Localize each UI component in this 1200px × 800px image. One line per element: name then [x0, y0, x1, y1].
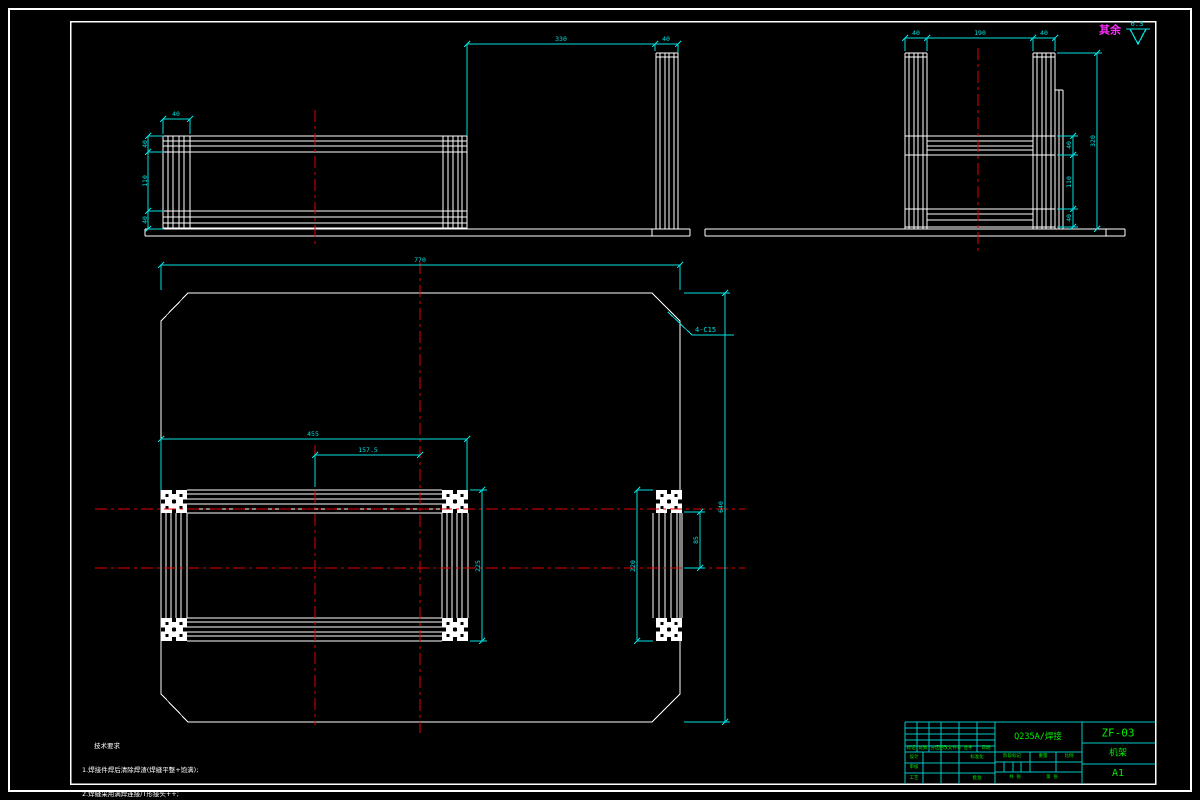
note-line: 1.焊接件焊后清除焊渣(焊缝平整+饱满);	[82, 766, 199, 774]
drawing-canvas: 330 40 40 40 110 40 40 190 40 40 110 40 …	[8, 8, 1192, 792]
chamfer-callout: 4-C15	[695, 326, 716, 334]
dim-label: 190	[974, 29, 986, 37]
drawing-number: ZF-03	[1101, 726, 1135, 740]
technical-notes: 技术要求 1.焊接件焊后清除焊渣(焊缝平整+饱满); 2.焊缝采用满焊连接/T形…	[82, 726, 198, 800]
dim-label: 40	[1065, 141, 1073, 149]
notes-title: 技术要求	[94, 742, 120, 750]
front-view: 330 40 40 40 110 40	[141, 35, 691, 245]
note-line: 2.焊缝采用满焊连接/T形接头++;	[82, 790, 179, 798]
dim-label: 40	[1065, 214, 1073, 222]
sheet-border	[8, 8, 1192, 792]
revision-header: 更改文件号	[938, 745, 962, 751]
dim-label: 40	[141, 140, 149, 148]
dim-label: 330	[555, 35, 567, 43]
cad-sheet: 330 40 40 40 110 40 40 190 40 40 110 40 …	[0, 0, 1200, 800]
stage-header: 阶段标记	[1003, 753, 1021, 759]
sheet-total: 共 张	[1009, 774, 1021, 780]
plan-view: 770 455 157.5 640 225 220 85 4-C15	[95, 256, 745, 733]
surface-finish-prefix: 其余	[1099, 23, 1121, 37]
stage-header: 重量	[1038, 753, 1048, 759]
material-spec: Q235A/焊接	[1014, 731, 1062, 742]
side-dimensions: 40 190 40 40 110 40 320	[901, 29, 1102, 233]
sheet-size: A1	[1111, 768, 1125, 779]
stage-header: 比例	[1064, 753, 1074, 759]
role-approve: 批准	[972, 775, 982, 781]
dim-label: 320	[1089, 135, 1097, 147]
surface-finish-symbol: 6.3	[1126, 20, 1150, 46]
dim-label: 225	[474, 560, 482, 572]
role-process: 工艺	[909, 775, 919, 781]
sheet-page: 第 张	[1046, 774, 1058, 780]
dim-label: 110	[141, 175, 149, 187]
part-name: 机架	[1108, 748, 1128, 759]
revision-header: 处数	[918, 745, 928, 751]
plan-centerlines	[95, 262, 745, 733]
revision-header: 标记	[906, 745, 916, 751]
revision-header: 签字	[963, 745, 973, 751]
side-view: 40 190 40 40 110 40 320	[704, 29, 1126, 252]
surface-roughness-value: 6.3	[1131, 20, 1144, 28]
dim-label: 220	[629, 560, 637, 572]
role-standard: 标准化	[970, 754, 984, 760]
role-design: 设计	[909, 754, 919, 760]
dim-label: 40	[141, 216, 149, 224]
dim-label: 455	[307, 430, 319, 438]
front-dimensions: 330 40 40 40 110 40	[141, 35, 682, 233]
role-check: 审核	[909, 764, 919, 770]
dim-label: 85	[692, 536, 700, 544]
dim-label: 110	[1065, 176, 1073, 188]
dim-label: 40	[1040, 29, 1048, 37]
revision-header: 日期	[981, 745, 991, 751]
dim-label: 640	[717, 501, 725, 513]
dim-label: 770	[414, 256, 426, 264]
dim-label: 40	[662, 35, 670, 43]
dim-label: 40	[912, 29, 920, 37]
dim-label: 157.5	[358, 446, 378, 454]
dim-label: 40	[172, 110, 180, 118]
